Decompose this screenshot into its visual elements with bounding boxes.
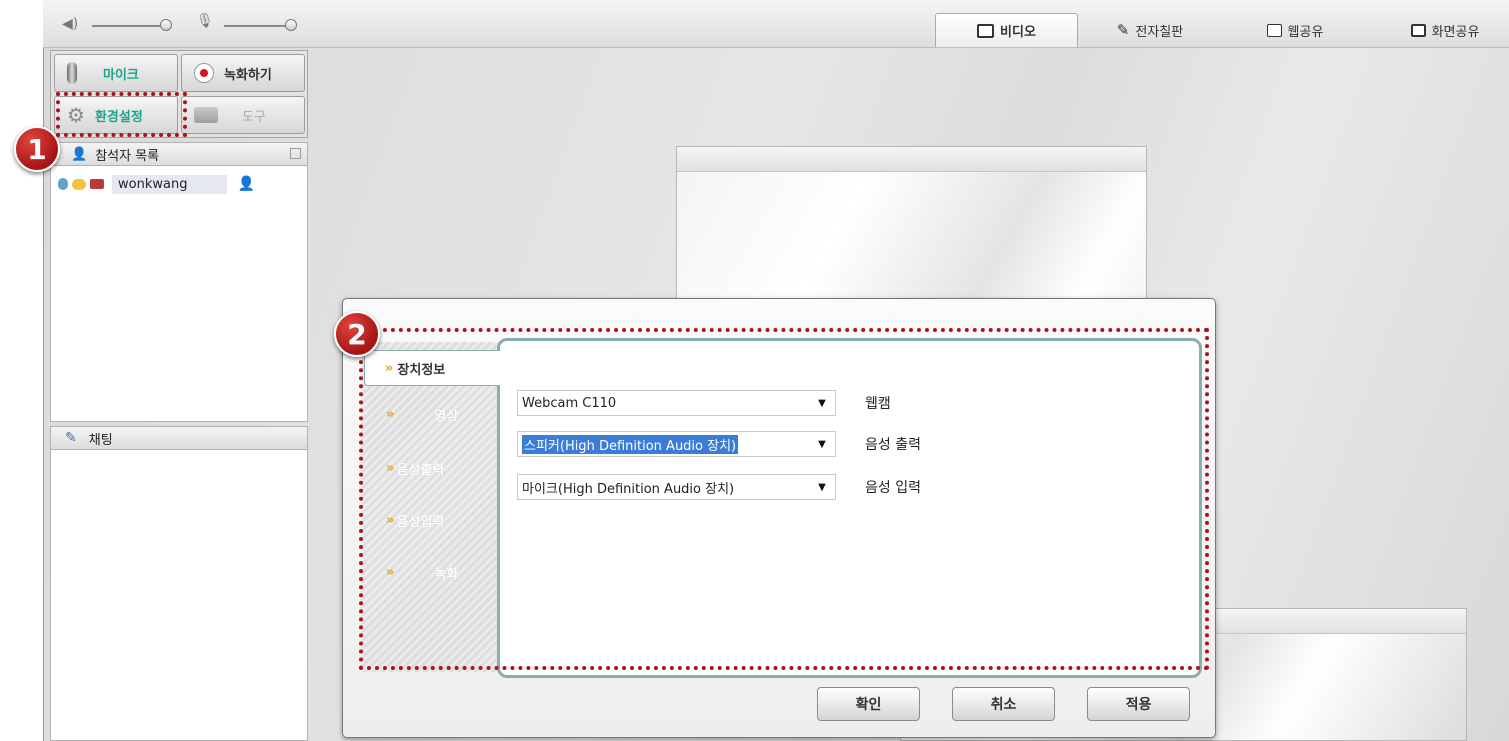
speaker-volume-icon: ◀) (62, 16, 79, 32)
restore-icon[interactable] (290, 148, 301, 159)
chat-title: 채팅 (88, 432, 113, 448)
tab-screen-share-label: 화면공유 (1431, 24, 1480, 40)
record-icon (194, 63, 214, 83)
chat-header: ✎ 채팅 (50, 426, 308, 450)
record-button-label: 녹화하기 (224, 67, 272, 83)
tab-video-label: 비디오 (1000, 25, 1036, 40)
mic-status-icon (58, 178, 68, 190)
tab-whiteboard-label: 전자칠판 (1135, 24, 1184, 40)
tools-button[interactable]: 도구 (181, 96, 305, 134)
mic-volume-track[interactable] (224, 25, 290, 27)
annotation-highlight-settings (56, 92, 187, 137)
participants-title: 참석자 목록 (95, 148, 160, 164)
ok-button[interactable]: 확인 (817, 687, 920, 721)
camera-status-icon (90, 179, 104, 189)
speaker-volume-track[interactable] (92, 25, 164, 27)
tv-icon (977, 23, 995, 38)
monitor-icon (1410, 23, 1426, 37)
annotation-highlight-dialog (359, 328, 1209, 670)
user-role-icon: 👤 (237, 176, 255, 192)
chat-icon: ✎ (65, 430, 77, 446)
microphone-icon (67, 62, 77, 84)
record-button[interactable]: 녹화하기 (181, 54, 305, 92)
participant-row[interactable]: wonkwang 👤 (58, 173, 283, 195)
mic-volume-icon: 🎙 (196, 13, 214, 29)
participants-list (50, 166, 308, 422)
mic-button-label: 마이크 (103, 67, 139, 83)
pen-board-icon: ✎ (1116, 21, 1130, 39)
tab-web-share-label: 웹공유 (1287, 24, 1324, 40)
tools-button-label: 도구 (242, 109, 266, 125)
tab-web-share[interactable]: 웹공유 (1245, 13, 1345, 47)
participant-name: wonkwang (112, 174, 228, 194)
tab-whiteboard[interactable]: ✎ 전자칠판 (1090, 13, 1210, 47)
mic-button[interactable]: 마이크 (54, 54, 178, 92)
user-group-icon: 👤 (71, 146, 88, 162)
participants-header: 👤 참석자 목록 (50, 142, 308, 166)
speaker-volume-knob[interactable] (160, 19, 172, 31)
printer-icon (194, 107, 218, 123)
tab-screen-share[interactable]: 화면공유 (1395, 13, 1495, 47)
tab-video[interactable]: 비디오 (935, 13, 1078, 47)
chat-area (50, 450, 308, 741)
annotation-badge-2: 2 (334, 311, 380, 357)
chat-status-icon (72, 178, 86, 190)
mic-volume-knob[interactable] (285, 19, 297, 31)
apply-button[interactable]: 적용 (1087, 687, 1190, 721)
annotation-badge-1: 1 (14, 126, 60, 172)
cancel-button[interactable]: 취소 (952, 687, 1055, 721)
web-share-icon (1266, 23, 1282, 37)
